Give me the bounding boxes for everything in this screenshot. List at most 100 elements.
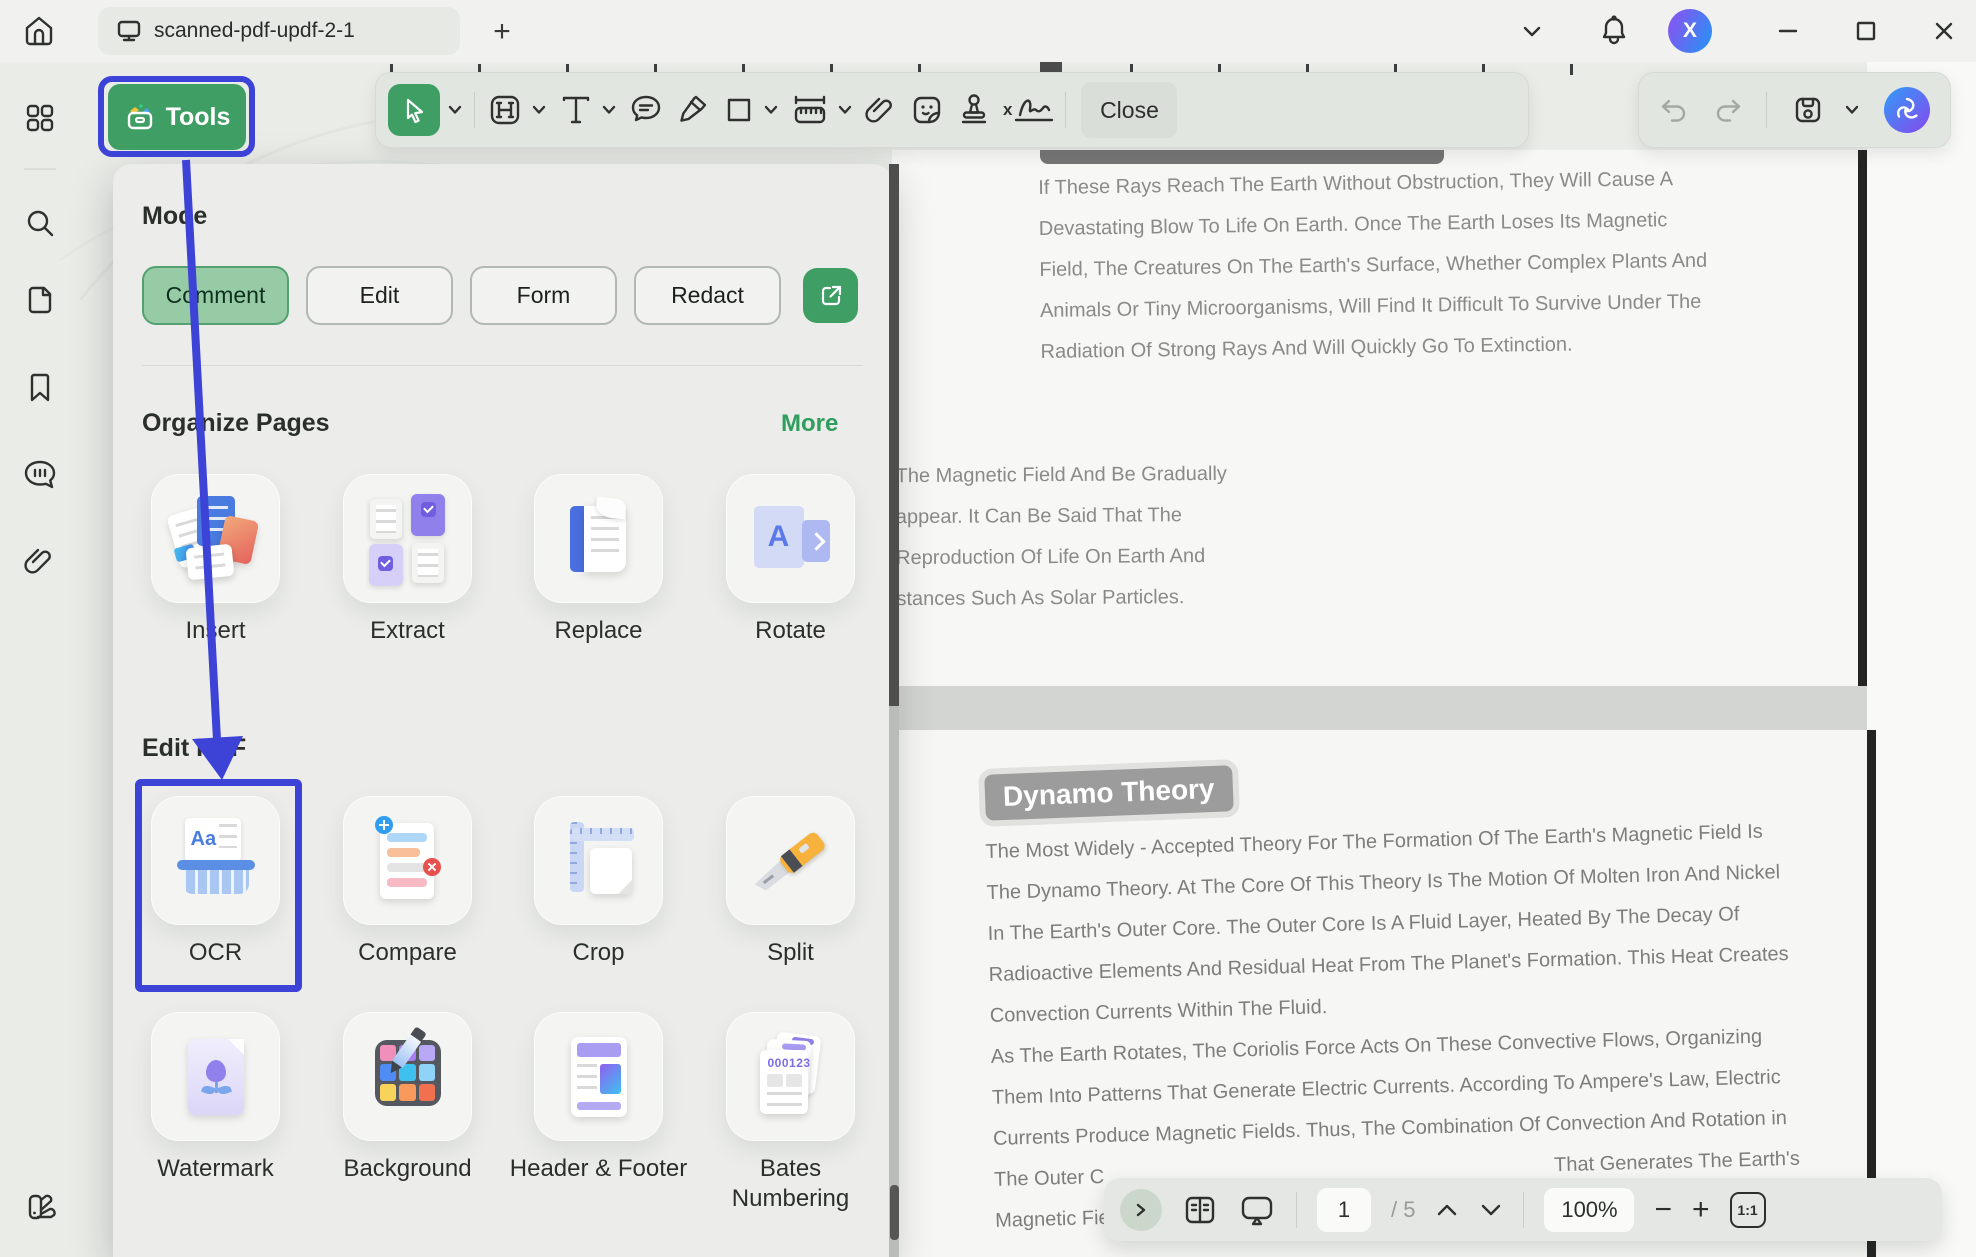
bates-numbering-icon: 000123 (746, 1032, 836, 1122)
open-in-new-window-button[interactable] (803, 268, 858, 323)
tool-tile-background[interactable]: Background (343, 1012, 472, 1141)
insert-icon (171, 494, 261, 584)
user-avatar[interactable]: X (1668, 9, 1712, 53)
close-window-button[interactable] (1922, 0, 1966, 62)
expand-bar-button[interactable] (1120, 1189, 1162, 1231)
tool-tile-replace[interactable]: Replace (534, 474, 663, 603)
present-screen-icon (1238, 1193, 1276, 1227)
text-tool-dropdown[interactable] (601, 104, 617, 116)
stamp-tool-button[interactable] (956, 92, 992, 128)
tool-tile-rotate[interactable]: A Rotate (726, 474, 855, 603)
next-page-button[interactable] (1479, 1202, 1503, 1218)
save-dropdown[interactable] (1844, 104, 1860, 116)
select-tool-dropdown[interactable] (447, 104, 463, 116)
signature-icon (1014, 93, 1054, 127)
presentation-button[interactable] (1238, 1193, 1276, 1227)
previous-page-button[interactable] (1435, 1202, 1459, 1218)
toolbox-icon (124, 102, 156, 132)
minimize-button[interactable] (1766, 0, 1810, 62)
sidebar-attachments-button[interactable] (22, 543, 58, 579)
chevron-right-icon (1134, 1202, 1148, 1218)
shape-tool-button[interactable] (722, 93, 756, 127)
select-tool-button[interactable] (388, 84, 440, 136)
tool-tile-ocr[interactable]: Aa OCR (151, 796, 280, 925)
stamp-icon (956, 92, 992, 128)
bottombar-divider (1296, 1192, 1297, 1228)
sidebar-thumbnails-button[interactable] (22, 100, 58, 136)
page-layout-button[interactable] (1182, 1193, 1218, 1227)
chevron-down-icon (1479, 1202, 1503, 1218)
heading-tool-button[interactable] (486, 91, 524, 129)
zoom-out-button[interactable]: − (1654, 1193, 1672, 1227)
mode-section-label: Mode (142, 202, 207, 231)
avatar-initial: X (1683, 19, 1697, 43)
tool-tile-split[interactable]: Split (726, 796, 855, 925)
ai-assistant-button[interactable] (1884, 87, 1930, 133)
panel-scrollbar-track[interactable] (889, 706, 899, 1257)
sidebar-bookmarks-button[interactable] (22, 370, 58, 406)
comments-icon (22, 457, 58, 491)
page-separator (892, 686, 1867, 730)
shape-tool-dropdown[interactable] (763, 104, 779, 116)
toolbar-divider (1766, 92, 1767, 128)
tool-tile-header-footer[interactable]: Header & Footer (534, 1012, 663, 1141)
sidebar-pages-button[interactable] (22, 282, 58, 318)
close-tools-button[interactable]: Close (1081, 82, 1177, 138)
tab-title: scanned-pdf-updf-2-1 (154, 19, 355, 43)
page-count-label: / 5 (1391, 1197, 1415, 1223)
mode-comment-button[interactable]: Comment (142, 266, 289, 325)
notifications-button[interactable] (1592, 0, 1636, 62)
attach-tool-button[interactable] (864, 93, 898, 127)
actual-size-button[interactable]: 1:1 (1730, 1192, 1766, 1228)
mode-form-button[interactable]: Form (470, 266, 617, 325)
measure-tool-dropdown[interactable] (837, 104, 853, 116)
mode-redact-button[interactable]: Redact (634, 266, 781, 325)
compare-icon (363, 816, 453, 906)
text-tool-button[interactable] (558, 92, 594, 128)
book-view-icon (1182, 1193, 1218, 1227)
highlighter-tool-button[interactable] (675, 92, 711, 128)
more-link[interactable]: More (781, 410, 838, 438)
mode-edit-button[interactable]: Edit (306, 266, 453, 325)
tool-tile-compare[interactable]: Compare (343, 796, 472, 925)
tool-tile-insert[interactable]: Insert (151, 474, 280, 603)
comment-tool-button[interactable] (628, 92, 664, 128)
zoom-level-input[interactable]: 100% (1544, 1188, 1634, 1232)
signature-x-glyph: x (1003, 100, 1012, 120)
sticker-tool-button[interactable] (909, 92, 945, 128)
maximize-button[interactable] (1844, 0, 1888, 62)
tool-tile-crop[interactable]: Crop (534, 796, 663, 925)
heading-icon (486, 91, 524, 129)
tool-tile-bates[interactable]: 000123 Bates Numbering (726, 1012, 855, 1141)
page-edge-strip (889, 164, 899, 706)
sidebar-search-button[interactable] (22, 205, 58, 241)
save-button[interactable] (1791, 93, 1825, 127)
tool-tile-extract[interactable]: Extract (343, 474, 472, 603)
panel-scrollbar-thumb[interactable] (890, 1185, 899, 1240)
document-tab-icon (116, 19, 142, 43)
split-icon (746, 816, 836, 906)
home-button[interactable] (16, 8, 62, 54)
redo-button[interactable] (1713, 97, 1743, 123)
heading-tool-dropdown[interactable] (531, 104, 547, 116)
measure-tool-button[interactable] (790, 92, 830, 128)
zoom-in-button[interactable]: + (1692, 1193, 1710, 1227)
ocr-icon-text: Aa (191, 828, 217, 851)
tool-tile-watermark[interactable]: Watermark (151, 1012, 280, 1141)
sidebar-theme-button[interactable] (22, 1188, 58, 1224)
rotate-icon-letter: A (754, 506, 804, 568)
document-tab[interactable]: scanned-pdf-updf-2-1 (98, 7, 460, 55)
attachment-icon (864, 93, 898, 127)
sidebar-comments-button[interactable] (22, 456, 58, 492)
undo-button[interactable] (1659, 97, 1689, 123)
app-backdrop (1867, 62, 1976, 1257)
page1-paragraph: If These Rays Reach The Earth Without Ob… (1038, 159, 1709, 373)
new-tab-button[interactable]: + (482, 12, 522, 52)
page1-partial-paragraph: The Magnetic Field And Be Gradually appe… (895, 454, 1227, 620)
page-number-input[interactable]: 1 (1317, 1188, 1371, 1232)
chevron-down-icon (1521, 24, 1543, 38)
bates-number-text: 000123 (768, 1056, 811, 1070)
titlebar-dropdown-button[interactable] (1512, 0, 1552, 62)
tools-button[interactable]: Tools (108, 84, 246, 150)
signature-tool-button[interactable]: x (1003, 93, 1054, 127)
